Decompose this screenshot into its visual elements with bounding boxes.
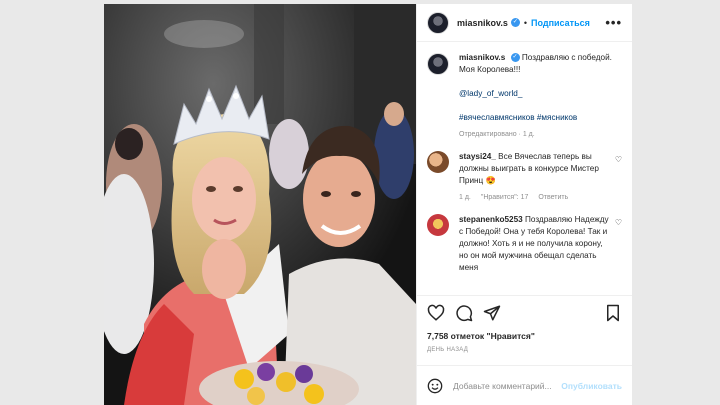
follow-button[interactable]: Подписаться — [531, 18, 590, 28]
post-time: ДЕНЬ НАЗАД — [427, 347, 469, 353]
comment-item: stepanenko5253 Поздравляю Надежду с Побе… — [427, 214, 622, 274]
add-comment-bar: Добавьте комментарий... Опубликовать — [417, 365, 632, 405]
action-bar: 7,758 отметок "Нравится" ДЕНЬ НАЗАД — [417, 295, 632, 365]
post-header: miasnikov.s ✓ • Подписаться ••• — [417, 4, 632, 42]
commenter-avatar[interactable] — [427, 214, 449, 236]
caption-username[interactable]: miasnikov.s — [459, 53, 505, 62]
author-avatar[interactable] — [427, 11, 449, 34]
post-sidebar: miasnikov.s ✓ • Подписаться ••• miasniko… — [416, 4, 632, 405]
verified-icon: ✓ — [510, 53, 520, 63]
commenter-avatar[interactable] — [427, 151, 449, 173]
caption-mention[interactable]: @lady_of_world_ — [459, 88, 622, 100]
bookmark-icon[interactable] — [604, 304, 622, 322]
caption-item: miasnikov.s ✓ Поздравляю с победой. Моя … — [427, 52, 622, 141]
likes-count[interactable]: 7,758 отметок "Нравится" — [427, 331, 622, 341]
comment-emoji: 😍 — [485, 176, 496, 185]
more-options-icon[interactable]: ••• — [605, 15, 622, 30]
caption-hashtags[interactable]: #вячеславмясников #мясников — [459, 112, 622, 124]
post-modal: miasnikov.s ✓ • Подписаться ••• miasniko… — [104, 4, 632, 405]
author-avatar[interactable] — [427, 53, 449, 75]
reply-button[interactable]: Ответить — [538, 194, 568, 201]
comment-bubble-icon[interactable] — [455, 304, 473, 322]
caption-meta: Отредактировано · 1 д. — [459, 131, 535, 138]
author-username[interactable]: miasnikov.s — [457, 18, 508, 28]
comment-username[interactable]: stepanenko5253 — [459, 215, 523, 224]
comment-like-heart-icon[interactable]: ♡ — [615, 218, 622, 274]
comment-likes[interactable]: "Нравится": 17 — [481, 194, 529, 201]
emoji-icon[interactable] — [427, 378, 443, 394]
comment-item: staysi24_ Все Вячеслав теперь вы должны … — [427, 151, 622, 204]
verified-icon: ✓ — [510, 18, 520, 27]
separator-dot: • — [523, 17, 528, 28]
like-heart-icon[interactable] — [427, 304, 445, 322]
post-photo[interactable] — [104, 4, 416, 405]
publish-button[interactable]: Опубликовать — [561, 381, 622, 391]
comments-list[interactable]: miasnikov.s ✓ Поздравляю с победой. Моя … — [417, 42, 632, 295]
photo-illustration — [104, 4, 416, 405]
comment-like-heart-icon[interactable]: ♡ — [615, 155, 622, 204]
comment-username[interactable]: staysi24_ — [459, 152, 496, 161]
comment-input[interactable]: Добавьте комментарий... — [453, 381, 552, 391]
share-send-icon[interactable] — [483, 304, 501, 322]
comment-time: 1 д. — [459, 194, 471, 201]
